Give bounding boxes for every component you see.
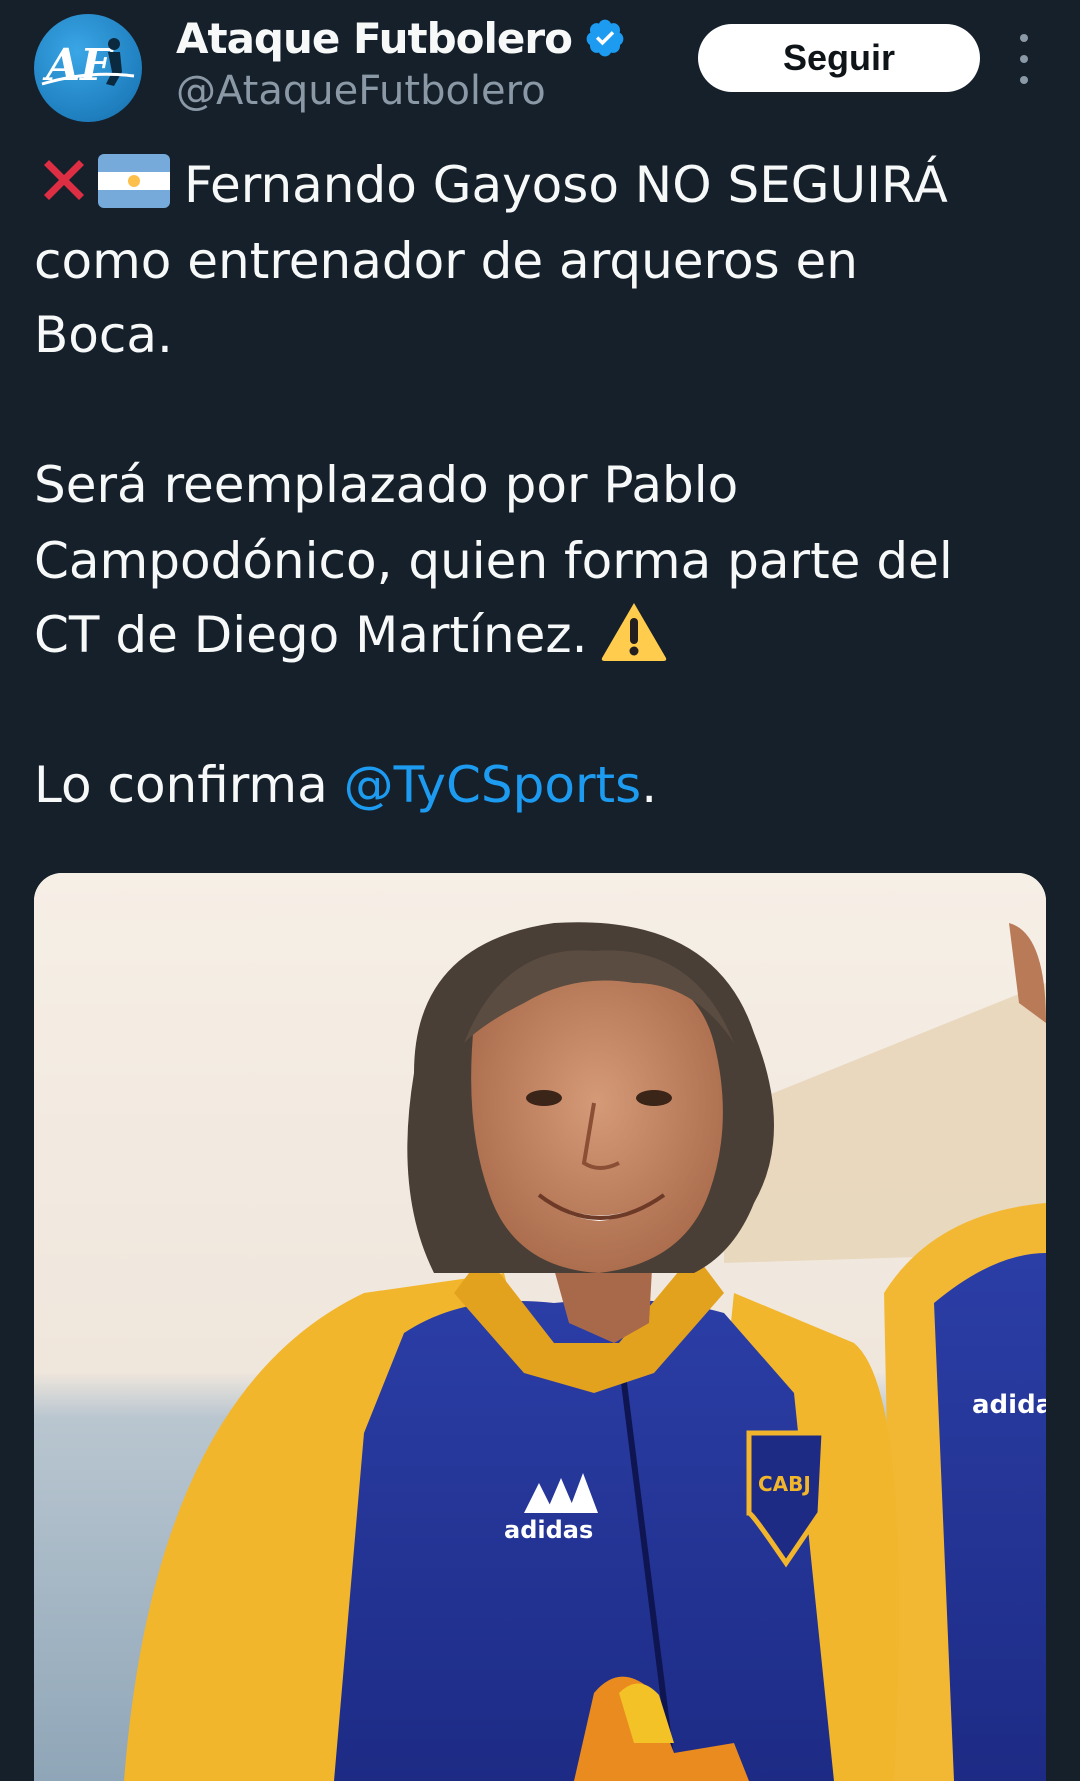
display-name[interactable]: Ataque Futbolero xyxy=(176,14,573,63)
tweet-text-line: Lo confirma @TyCSports. xyxy=(34,748,1044,823)
handle[interactable]: @AtaqueFutbolero xyxy=(176,68,546,114)
photo-illustration: adidas xyxy=(34,873,1046,1781)
tweet-media-image[interactable]: adidas xyxy=(34,873,1046,1781)
more-vertical-icon[interactable] xyxy=(1010,34,1038,84)
tweet-text-line: Fernando Gayoso NO SEGUIRÁ xyxy=(34,148,1044,223)
mention-link[interactable]: @TyCSports xyxy=(344,756,642,814)
crest-text: CABJ xyxy=(758,1472,811,1496)
tweet-line-6: CT de Diego Martínez. xyxy=(34,606,588,664)
argentina-flag-emoji xyxy=(98,154,170,208)
more-dot xyxy=(1020,34,1028,42)
tweet-text-line: CT de Diego Martínez. xyxy=(34,598,1044,673)
tweet-line-1: Fernando Gayoso NO SEGUIRÁ xyxy=(184,156,948,214)
right-logo-text: adidas xyxy=(972,1390,1046,1420)
more-dot xyxy=(1020,55,1028,63)
display-name-row[interactable]: Ataque Futbolero xyxy=(176,12,626,64)
brand-text: adidas xyxy=(504,1516,593,1544)
tweet-line-7-suffix: . xyxy=(641,756,658,814)
tweet-line-5: Campodónico, quien forma parte del xyxy=(34,532,953,590)
tweet-line-7-prefix: Lo confirma xyxy=(34,756,344,814)
tweet-card: AF Ataque Futbolero @AtaqueFutbolero Seg… xyxy=(0,0,1080,1781)
more-dot xyxy=(1020,76,1028,84)
warning-emoji xyxy=(601,603,666,661)
tweet-line-2: como entrenador de arqueros en xyxy=(34,232,858,290)
avatar-logo-icon: AF xyxy=(41,38,135,91)
verified-badge-icon xyxy=(586,19,624,57)
tweet-line-4: Será reemplazado por Pablo xyxy=(34,456,739,514)
avatar[interactable]: AF xyxy=(34,14,142,122)
follow-button[interactable]: Seguir xyxy=(698,24,980,92)
tweet-line-3: Boca. xyxy=(34,306,173,364)
cross-mark-emoji xyxy=(44,160,84,200)
avatar-logo-text: AF xyxy=(42,40,114,91)
